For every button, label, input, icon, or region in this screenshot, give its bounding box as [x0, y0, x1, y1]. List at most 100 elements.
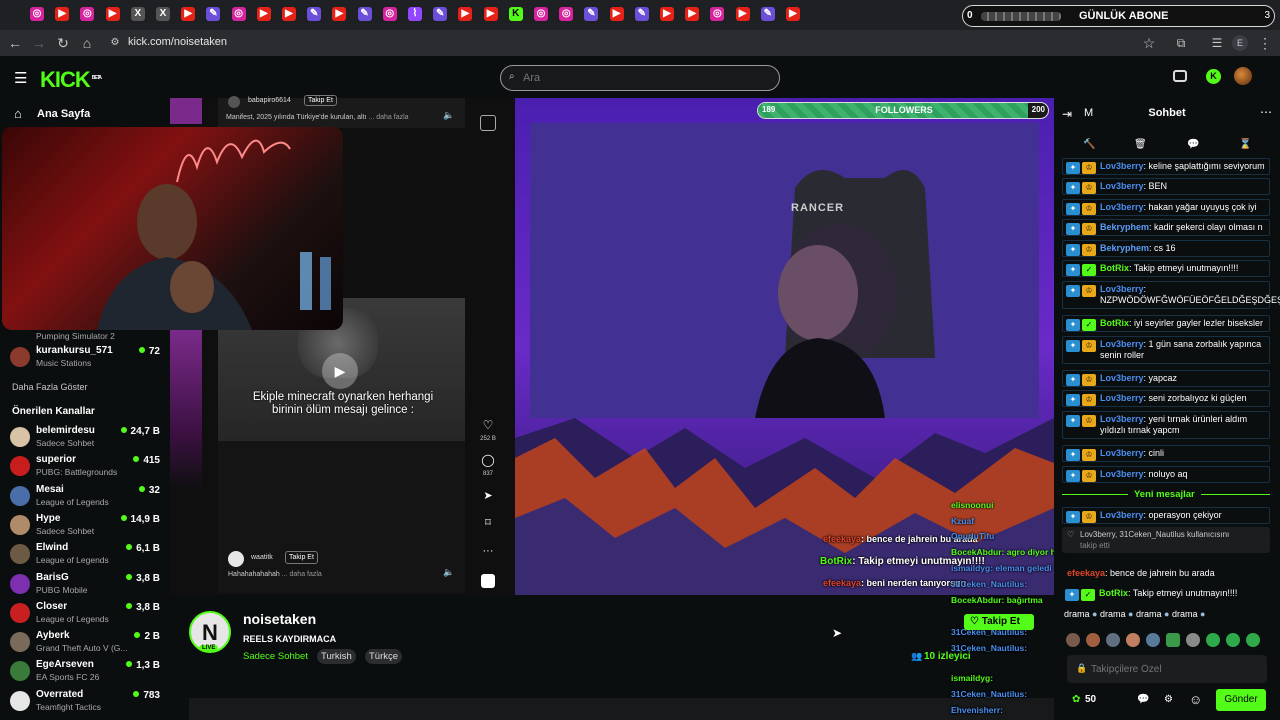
emoji-icon[interactable]: ☺	[1189, 692, 1202, 707]
follow-button[interactable]: ♡ Takip Et	[964, 614, 1034, 630]
ig-tab-icon[interactable]: ◎	[30, 7, 44, 21]
sidebar-channel-item[interactable]: BarisG PUBG Mobile 3,8 B	[10, 570, 160, 599]
yt-tab-icon[interactable]: ▶	[282, 7, 296, 21]
mod-hammer-icon[interactable]: 🔨	[1083, 139, 1095, 150]
feather-tab-icon[interactable]: ✎	[357, 7, 372, 21]
chat-username[interactable]: efeekaya	[1067, 568, 1105, 578]
yt-tab-icon[interactable]: ▶	[685, 7, 700, 21]
reel-top-more[interactable]: ... daha fazla	[368, 114, 408, 121]
chat-username[interactable]: Bekryphem	[1100, 222, 1149, 232]
emote-icon[interactable]	[1246, 633, 1260, 647]
reel-top-follow-button[interactable]: Takip Et	[304, 95, 337, 106]
chat-username[interactable]: Lov3berry	[1100, 448, 1144, 458]
chat-username[interactable]: Lov3berry	[1100, 414, 1144, 424]
kick-tab-icon[interactable]: K	[508, 7, 523, 21]
sidebar-channel-item[interactable]: EgeArseven EA Sports FC 26 1,3 B	[10, 657, 160, 686]
chat-username[interactable]: BotRix	[1100, 318, 1129, 328]
sidebar-channel-item[interactable]: superior PUBG: Battlegrounds 415	[10, 452, 160, 481]
profile-avatar[interactable]: E	[1232, 35, 1248, 51]
site-info-icon[interactable]: ⚙	[106, 34, 124, 52]
send-button[interactable]: Gönder	[1216, 689, 1266, 711]
reel-bottom-follow-button[interactable]: Takip Et	[285, 551, 318, 564]
ig-tab-icon[interactable]: ◎	[382, 7, 397, 21]
emote-icon[interactable]	[1106, 633, 1120, 647]
chat-input-box[interactable]: 🔒	[1067, 655, 1267, 683]
points-icon[interactable]: ✿	[1072, 694, 1080, 705]
watch-party-icon[interactable]	[1173, 70, 1187, 82]
feather-tab-icon[interactable]: ✎	[307, 7, 322, 21]
yt-tab-icon[interactable]: ▶	[105, 7, 120, 21]
like-icon[interactable]: ♡	[480, 418, 496, 432]
show-more-link[interactable]: Daha Fazla Göster	[12, 382, 88, 392]
share-icon[interactable]: ➤	[480, 489, 496, 502]
chat-bubble-icon[interactable]: 💬	[1187, 139, 1199, 150]
chat-username[interactable]: Lov3berry	[1100, 202, 1144, 212]
yt-tab-icon[interactable]: ▶	[458, 7, 473, 21]
emote-icon[interactable]	[1086, 633, 1100, 647]
reel-bottom-volume-icon[interactable]: 🔈	[443, 567, 454, 578]
emote-icon[interactable]	[1066, 633, 1080, 647]
settings-gear-icon[interactable]: ⚙	[1164, 694, 1173, 705]
twitch-tab-icon[interactable]: ⌇	[408, 7, 422, 21]
back-icon[interactable]: ←	[6, 34, 24, 52]
yt-tab-icon[interactable]: ▶	[55, 7, 70, 21]
stream-category[interactable]: Sadece Sohbet	[243, 651, 308, 662]
reload-icon[interactable]: ↻	[54, 34, 72, 52]
ig-tab-icon[interactable]: ◎	[534, 7, 548, 21]
chat-username[interactable]: Lov3berry	[1100, 339, 1144, 349]
yt-tab-icon[interactable]: ▶	[609, 7, 624, 21]
hamburger-menu-icon[interactable]: ☰	[14, 69, 27, 87]
kick-points-icon[interactable]: K	[1206, 69, 1221, 84]
feather-tab-icon[interactable]: ✎	[433, 7, 448, 21]
feather-tab-icon[interactable]: ✎	[634, 7, 649, 21]
forward-icon[interactable]: →	[30, 34, 48, 52]
yt-tab-icon[interactable]: ▶	[181, 7, 196, 21]
tag-pill[interactable]: Türkçe	[365, 649, 403, 664]
ig-tab-icon[interactable]: ◎	[80, 7, 95, 21]
search-input[interactable]	[523, 70, 763, 86]
chat-username[interactable]: BotRix	[1099, 588, 1128, 598]
chat-username[interactable]: Lov3berry	[1100, 510, 1144, 520]
url-text[interactable]: kick.com/noisetaken	[128, 36, 227, 48]
comment-icon[interactable]: ◯	[480, 453, 496, 467]
feather-tab-icon[interactable]: ✎	[206, 7, 221, 21]
channel-name[interactable]: noisetaken	[243, 611, 316, 627]
reel-bottom-user[interactable]: waatitk	[251, 554, 273, 561]
feather-tab-icon[interactable]: ✎	[760, 7, 775, 21]
x-tab-icon[interactable]: X	[130, 7, 145, 21]
chat-username[interactable]: Lov3berry	[1100, 393, 1144, 403]
yt-tab-icon[interactable]: ▶	[483, 7, 498, 21]
chat-username[interactable]: Bekryphem	[1100, 243, 1149, 253]
sidebar-channel-item[interactable]: Ayberk Grand Theft Auto V (G... 2 B	[10, 628, 160, 657]
yt-tab-icon[interactable]: ▶	[786, 7, 800, 21]
sidebar-channel-item[interactable]: Closer League of Legends 3,8 B	[10, 599, 160, 628]
ig-tab-icon[interactable]: ◎	[231, 7, 246, 21]
sidebar-channel-item[interactable]: belemirdesu Sadece Sohbet 24,7 B	[10, 423, 160, 452]
reel-square-icon[interactable]	[481, 574, 495, 588]
bookmark-icon[interactable]: ⌑	[480, 516, 496, 529]
chat-username[interactable]: Lov3berry	[1100, 373, 1144, 383]
chat-username[interactable]: Lov3berry	[1100, 469, 1144, 479]
chat-username[interactable]: BotRix	[1100, 263, 1129, 273]
search-box[interactable]: ⌕	[500, 65, 780, 91]
extensions-icon[interactable]: ⧉	[1172, 34, 1190, 52]
chat-username[interactable]: Lov3berry	[1100, 181, 1144, 191]
trash-icon[interactable]: 🗑	[1134, 139, 1147, 150]
media-icon[interactable]: ☰	[1208, 34, 1226, 52]
hourglass-icon[interactable]: ⌛	[1239, 139, 1251, 150]
sidebar-channel-item[interactable]: kurankursu_571 Music Stations 72	[10, 343, 160, 372]
sidebar-channel-item[interactable]: Overrated Teamfight Tactics 783	[10, 687, 160, 716]
sidebar-channel-item[interactable]: Mesai League of Legends 32	[10, 482, 160, 511]
emote-icon[interactable]	[1186, 633, 1200, 647]
more-options-icon[interactable]: ···	[480, 545, 496, 557]
chat-input[interactable]	[1091, 661, 1261, 677]
yt-tab-icon[interactable]: ▶	[256, 7, 271, 21]
sidebar-channel-item[interactable]: Hype Sadece Sohbet 14,9 B	[10, 511, 160, 540]
yt-tab-icon[interactable]: ▶	[332, 7, 347, 21]
user-avatar[interactable]	[1234, 67, 1252, 85]
chat-username[interactable]: Lov3berry	[1100, 284, 1144, 294]
emote-icon[interactable]	[1146, 633, 1160, 647]
reel-bottom-more[interactable]: ... daha fazla	[282, 571, 322, 578]
x-tab-icon[interactable]: X	[156, 7, 170, 21]
emote-icon[interactable]	[1126, 633, 1140, 647]
